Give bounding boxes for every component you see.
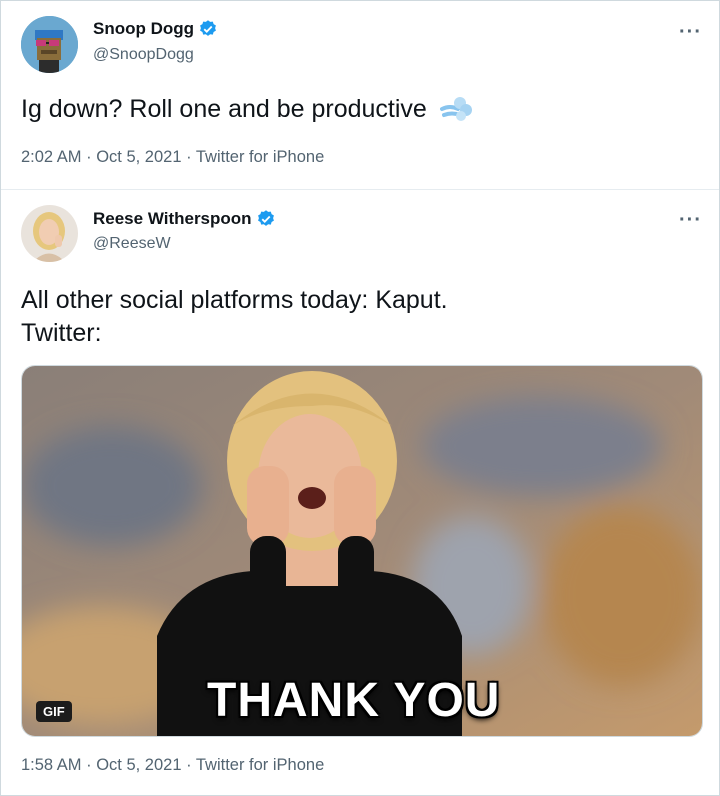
more-options-icon[interactable]: ···	[679, 210, 702, 230]
tweets-screenshot: Snoop Dogg @SnoopDogg ··· Ig down? Roll …	[0, 0, 720, 796]
tweet-text-line: All other social platforms today: Kaput.	[21, 286, 448, 314]
gif-badge: GIF	[36, 701, 72, 722]
tweet-text-content: Ig down? Roll one and be productive	[21, 95, 427, 123]
author-row: Snoop Dogg	[93, 19, 218, 39]
author-name[interactable]: Reese Witherspoon	[93, 209, 252, 229]
tweet-media-gif[interactable]: GIF THANK YOU	[21, 365, 703, 737]
verified-badge-icon	[257, 210, 274, 226]
author-row: Reese Witherspoon	[93, 209, 276, 229]
dash-symbol-icon	[439, 97, 472, 121]
tweet-timestamp[interactable]: 1:58 AM · Oct 5, 2021 · Twitter for iPho…	[21, 756, 324, 775]
avatar-reese[interactable]	[21, 205, 78, 262]
tweet-text-line: Twitter:	[21, 319, 102, 347]
tweet-text: Ig down? Roll one and be productive	[21, 93, 474, 126]
verified-badge-icon	[200, 20, 216, 36]
avatar-snoop[interactable]	[21, 16, 78, 73]
profile-photo-icon	[21, 205, 78, 262]
tweet-timestamp[interactable]: 2:02 AM · Oct 5, 2021 · Twitter for iPho…	[21, 148, 324, 167]
author-handle[interactable]: @SnoopDogg	[93, 46, 194, 64]
more-options-icon[interactable]: ···	[679, 22, 702, 42]
gif-caption: THANK YOU	[207, 674, 501, 727]
author-handle[interactable]: @ReeseW	[93, 235, 171, 253]
pixel-ape-avatar-icon	[21, 16, 78, 73]
author-name[interactable]: Snoop Dogg	[93, 19, 194, 39]
tweet-text: All other social platforms today: Kaput.…	[21, 284, 448, 350]
tweet-snoop[interactable]: Snoop Dogg @SnoopDogg ··· Ig down? Roll …	[1, 1, 719, 189]
